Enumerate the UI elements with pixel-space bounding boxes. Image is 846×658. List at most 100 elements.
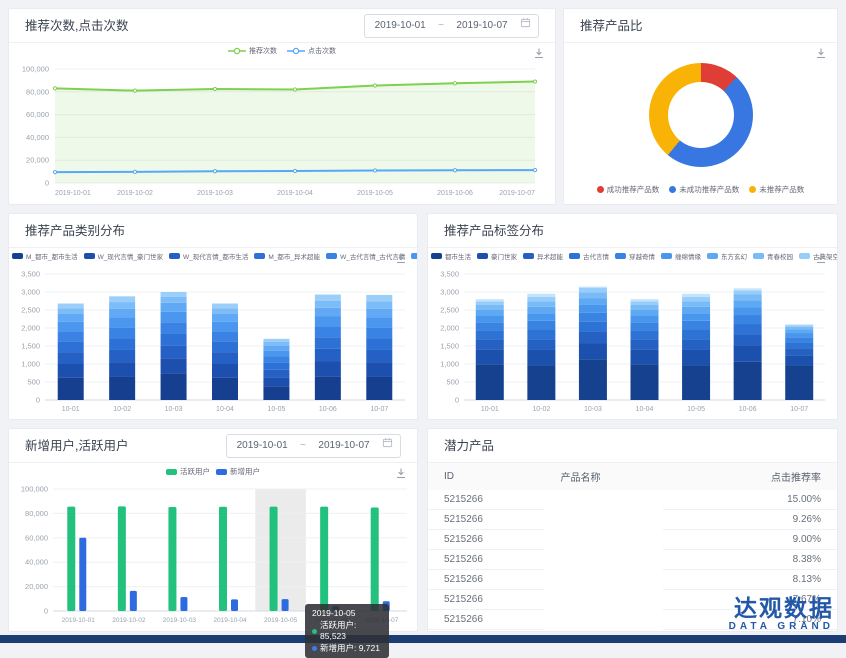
cell-product-name bbox=[544, 490, 663, 510]
svg-text:500: 500 bbox=[27, 378, 40, 387]
download-icon[interactable] bbox=[533, 47, 545, 59]
legend-label: M_都市_异术超能 bbox=[268, 251, 320, 261]
svg-text:1,500: 1,500 bbox=[440, 342, 459, 351]
legend-item[interactable]: 豪门世家 bbox=[477, 251, 517, 261]
svg-text:0: 0 bbox=[455, 396, 459, 405]
legend-item[interactable]: M_都市_都市生活 bbox=[12, 251, 78, 261]
users-date-end[interactable]: 2019-10-07 bbox=[316, 429, 372, 463]
table-row[interactable]: 52152668.13% bbox=[428, 570, 837, 590]
svg-text:2019-10-07: 2019-10-07 bbox=[499, 190, 535, 197]
svg-text:2019-10-03: 2019-10-03 bbox=[163, 617, 197, 624]
download-icon[interactable] bbox=[815, 47, 827, 59]
table-row[interactable]: 521526615.00% bbox=[428, 490, 837, 510]
card-users-body: 活跃用户新增用户 020,00040,00060,00080,000100,00… bbox=[9, 463, 417, 630]
users-date-start[interactable]: 2019-10-01 bbox=[234, 429, 290, 463]
trend-date-range-picker[interactable]: 2019-10-01 ~ 2019-10-07 bbox=[364, 14, 539, 38]
legend-item[interactable]: 未成功推荐产品数 bbox=[669, 184, 739, 195]
download-icon[interactable] bbox=[815, 252, 827, 264]
category-legend: M_都市_都市生活 W_现代言情_豪门世家 W_现代言情_都市生活 M_都市_异术超能… bbox=[9, 251, 417, 261]
legend-item[interactable]: W_古代言情 bbox=[411, 251, 417, 261]
legend-label: 点击次数 bbox=[308, 46, 336, 56]
stacked-bar-svg[interactable]: 05001,0001,5002,0002,5003,0003,50010-011… bbox=[430, 266, 835, 416]
users-date-range-picker[interactable]: 2019-10-01 ~ 2019-10-07 bbox=[226, 434, 401, 458]
legend-swatch bbox=[707, 253, 718, 259]
legend-dot bbox=[749, 186, 756, 193]
tooltip-value: 新增用户: 9,721 bbox=[320, 643, 380, 655]
legend-item[interactable]: 古代言情 bbox=[569, 251, 609, 261]
legend-item[interactable]: 都市生活 bbox=[431, 251, 471, 261]
svg-text:500: 500 bbox=[446, 378, 459, 387]
trend-date-end[interactable]: 2019-10-07 bbox=[454, 9, 510, 43]
legend-item[interactable]: 活跃用户 bbox=[166, 466, 210, 477]
cell-product-id: 5215266 bbox=[428, 570, 544, 590]
tags-stacked-bar-chart[interactable]: 05001,0001,5002,0002,5003,0003,50010-011… bbox=[430, 266, 835, 416]
svg-text:2019-10-01: 2019-10-01 bbox=[62, 617, 96, 624]
legend-item[interactable]: 推荐次数 bbox=[228, 46, 277, 56]
stacked-bar-svg[interactable]: 05001,0001,5002,0002,5003,0003,50010-011… bbox=[11, 266, 415, 416]
card-donut: 推荐产品比 成功推荐产品数 未成功推荐产品数未推荐产品数 bbox=[563, 8, 838, 205]
tooltip-date: 2019-10-05 bbox=[312, 608, 382, 620]
trend-line-chart[interactable]: 020,00040,00060,00080,000100,0002019-10-… bbox=[11, 63, 551, 199]
legend-label: 成功推荐产品数 bbox=[607, 184, 660, 195]
tooltip-series-dot bbox=[312, 646, 317, 651]
calendar-icon[interactable] bbox=[520, 9, 531, 43]
tags-legend: 都市生活豪门世家异术超能古代言情穿越奇情缠绵情缘东方玄幻青春校园古典架空恩怨情仇 bbox=[428, 251, 837, 261]
legend-item[interactable]: W_古代言情_古代言情 bbox=[326, 251, 405, 261]
donut-chart[interactable] bbox=[649, 63, 753, 167]
legend-item[interactable]: 未推荐产品数 bbox=[749, 184, 804, 195]
cell-product-id: 5215266 bbox=[428, 550, 544, 570]
legend-label: 异术超能 bbox=[537, 251, 563, 261]
svg-text:10-06: 10-06 bbox=[739, 406, 757, 413]
trend-date-start[interactable]: 2019-10-01 bbox=[372, 9, 428, 43]
legend-item[interactable]: 新增用户 bbox=[216, 466, 260, 477]
cell-click-recommend-rate: 15.00% bbox=[663, 490, 837, 510]
legend-label: 推荐次数 bbox=[249, 46, 277, 56]
svg-text:2019-10-04: 2019-10-04 bbox=[213, 617, 247, 624]
donut-legend: 成功推荐产品数 未成功推荐产品数未推荐产品数 bbox=[564, 184, 837, 195]
legend-item[interactable]: 东方玄幻 bbox=[707, 251, 747, 261]
chart-tooltip: 2019-10-05 活跃用户: 85,523新增用户: 9,721 bbox=[305, 604, 389, 658]
download-icon[interactable] bbox=[395, 467, 407, 479]
svg-text:80,000: 80,000 bbox=[26, 87, 49, 96]
svg-text:3,000: 3,000 bbox=[440, 288, 459, 297]
legend-item[interactable]: 缠绵情缘 bbox=[661, 251, 701, 261]
category-stacked-bar-chart[interactable]: 05001,0001,5002,0002,5003,0003,50010-011… bbox=[11, 266, 415, 416]
legend-swatch bbox=[169, 253, 180, 259]
logo-chinese-text: 达观数据 bbox=[729, 596, 834, 620]
trend-line-svg[interactable]: 020,00040,00060,00080,000100,0002019-10-… bbox=[11, 63, 551, 199]
card-donut-header: 推荐产品比 bbox=[564, 9, 837, 43]
card-potential-header: 潜力产品 bbox=[428, 429, 837, 463]
svg-text:10-02: 10-02 bbox=[532, 406, 550, 413]
svg-text:2019-10-05: 2019-10-05 bbox=[264, 617, 298, 624]
svg-text:40,000: 40,000 bbox=[25, 558, 48, 567]
legend-item[interactable]: M_都市_异术超能 bbox=[254, 251, 320, 261]
legend-label: 未成功推荐产品数 bbox=[679, 184, 739, 195]
svg-text:0: 0 bbox=[36, 396, 40, 405]
legend-label: W_现代言情_都市生活 bbox=[183, 251, 248, 261]
legend-item[interactable]: 异术超能 bbox=[523, 251, 563, 261]
svg-text:60,000: 60,000 bbox=[26, 110, 49, 119]
svg-text:10-04: 10-04 bbox=[216, 406, 234, 413]
legend-item[interactable]: 穿越奇情 bbox=[615, 251, 655, 261]
legend-swatch bbox=[326, 253, 337, 259]
legend-item[interactable]: W_现代言情_都市生活 bbox=[169, 251, 248, 261]
legend-swatch bbox=[166, 469, 177, 475]
legend-item[interactable]: W_现代言情_豪门世家 bbox=[84, 251, 163, 261]
svg-text:10-01: 10-01 bbox=[481, 406, 499, 413]
table-row[interactable]: 52152668.38% bbox=[428, 550, 837, 570]
svg-text:1,000: 1,000 bbox=[440, 360, 459, 369]
legend-swatch bbox=[431, 253, 442, 259]
table-row[interactable]: 52152669.26% bbox=[428, 510, 837, 530]
calendar-icon[interactable] bbox=[382, 429, 393, 463]
download-icon[interactable] bbox=[395, 252, 407, 264]
svg-text:2019-10-02: 2019-10-02 bbox=[112, 617, 146, 624]
legend-label: 缠绵情缘 bbox=[675, 251, 701, 261]
legend-item[interactable]: 点击次数 bbox=[287, 46, 336, 56]
svg-text:0: 0 bbox=[45, 179, 49, 188]
legend-item[interactable]: 青春校园 bbox=[753, 251, 793, 261]
legend-swatch bbox=[523, 253, 534, 259]
legend-item[interactable]: 成功推荐产品数 bbox=[597, 184, 660, 195]
tooltip-row: 活跃用户: 85,523 bbox=[312, 620, 382, 643]
svg-text:2019-10-01: 2019-10-01 bbox=[55, 190, 91, 197]
table-row[interactable]: 52152669.00% bbox=[428, 530, 837, 550]
